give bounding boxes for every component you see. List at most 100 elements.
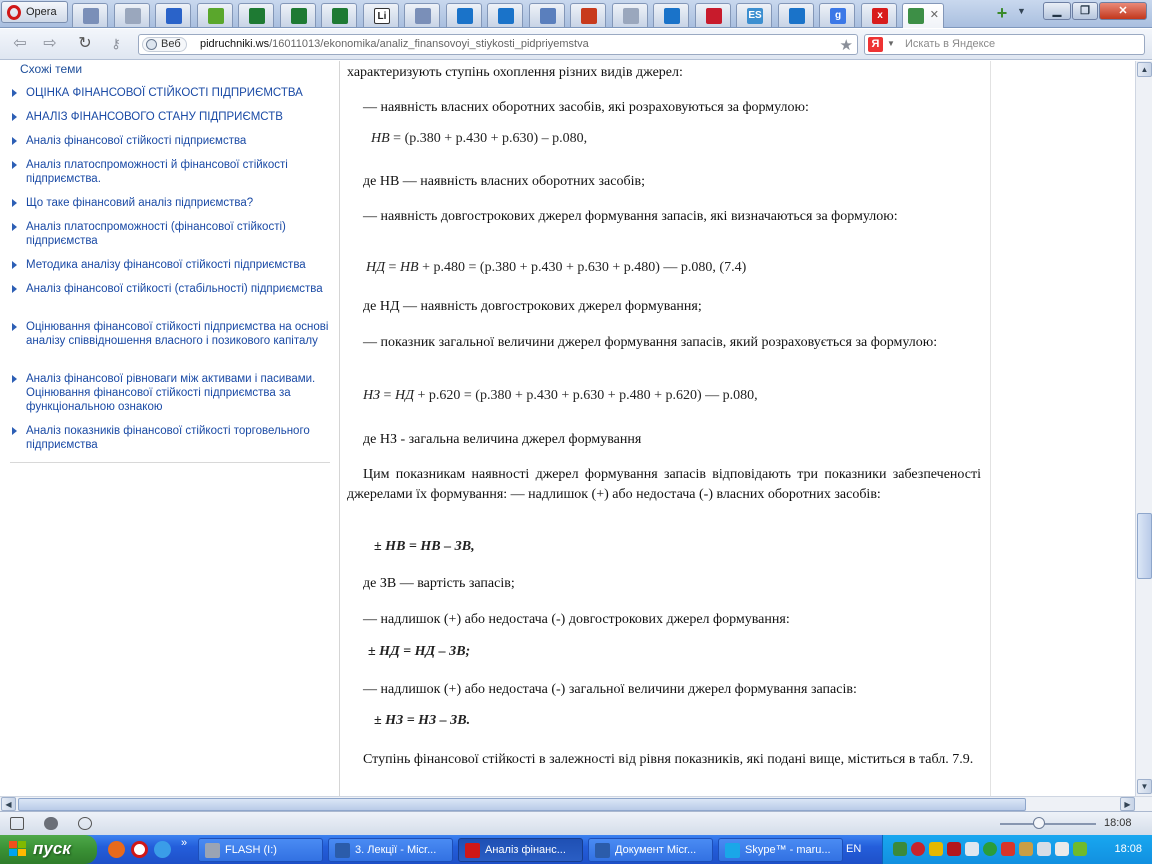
formula-delta-nd: ± НД = НД – ЗВ; bbox=[368, 644, 471, 659]
quicklaunch-more-icon[interactable]: » bbox=[181, 837, 187, 849]
tray-check-icon[interactable] bbox=[983, 842, 997, 856]
paragraph: — надлишок (+) або недостача (-) загальн… bbox=[363, 682, 857, 697]
opera-icon[interactable] bbox=[131, 841, 148, 858]
url-web-badge[interactable]: Веб bbox=[142, 37, 187, 52]
maximize-button[interactable]: ❐ bbox=[1072, 2, 1098, 20]
tray-nvidia-icon[interactable] bbox=[1073, 842, 1087, 856]
excel-icon bbox=[291, 8, 307, 24]
related-topic-link[interactable]: Аналіз показників фінансової стійкості т… bbox=[12, 424, 332, 452]
key-icon[interactable]: ⚷ bbox=[106, 35, 126, 53]
scroll-right-icon[interactable]: ▶ bbox=[1120, 797, 1135, 811]
formula-eq: = bbox=[385, 260, 400, 275]
taskbar-button-label: 3. Лекції - Micr... bbox=[355, 844, 437, 856]
browser-tab[interactable] bbox=[280, 3, 316, 27]
browser-tab[interactable] bbox=[155, 3, 191, 27]
taskbar-button[interactable]: Документ Micr... bbox=[588, 838, 713, 862]
minimize-button[interactable]: ▁ bbox=[1043, 2, 1071, 20]
scroll-left-icon[interactable]: ◀ bbox=[1, 797, 16, 811]
tray-network-icon[interactable] bbox=[965, 842, 979, 856]
zoom-slider-knob[interactable] bbox=[1033, 817, 1045, 829]
browser-tab[interactable] bbox=[695, 3, 731, 27]
search-field[interactable]: Я ▼ Искать в Яндексе bbox=[864, 34, 1145, 55]
taskbar-button[interactable]: Аналіз фінанс... bbox=[458, 838, 583, 862]
internet-explorer-icon[interactable] bbox=[154, 841, 171, 858]
tray-usb-icon[interactable] bbox=[1019, 842, 1033, 856]
browser-tab[interactable] bbox=[612, 3, 648, 27]
search-engine-chevron-icon[interactable]: ▼ bbox=[887, 39, 895, 48]
close-tab-icon[interactable]: ✕ bbox=[930, 8, 939, 21]
bullet-arrow-icon bbox=[12, 261, 17, 269]
system-tray: 18:08 bbox=[882, 835, 1152, 864]
tray-network-status-icon[interactable] bbox=[1055, 842, 1069, 856]
bullet-arrow-icon bbox=[12, 113, 17, 121]
opera-menu-button[interactable]: Opera bbox=[1, 1, 68, 23]
related-topic-link[interactable]: ОЦІНКА ФІНАНСОВОЇ СТІЙКОСТІ ПІДПРИЄМСТВА bbox=[12, 86, 332, 100]
sidebar-title: Схожі теми bbox=[20, 62, 83, 76]
taskbar-button[interactable]: Skype™ - maru... bbox=[718, 838, 843, 862]
start-button[interactable]: пуск bbox=[0, 835, 97, 864]
tab-menu-chevron-icon[interactable]: ▼ bbox=[1017, 6, 1026, 16]
browser-tab[interactable] bbox=[653, 3, 689, 27]
browser-tab[interactable]: g bbox=[819, 3, 855, 27]
browser-tab[interactable] bbox=[778, 3, 814, 27]
back-arrow-icon[interactable]: ⇦ bbox=[10, 35, 30, 53]
browser-tab[interactable] bbox=[72, 3, 108, 27]
browser-tab[interactable] bbox=[529, 3, 565, 27]
tray-adobe-icon[interactable] bbox=[1001, 842, 1015, 856]
related-topic-link[interactable]: АНАЛІЗ ФІНАНСОВОГО СТАНУ ПІДПРИЄМСТВ bbox=[12, 110, 332, 124]
yandex-logo-icon[interactable]: Я bbox=[868, 37, 883, 52]
new-tab-button[interactable]: + bbox=[992, 4, 1012, 24]
paragraph: — наявність довгострокових джерел формув… bbox=[363, 209, 898, 224]
forward-arrow-icon[interactable]: ⇨ bbox=[40, 35, 60, 53]
tray-security-icon[interactable] bbox=[929, 842, 943, 856]
speed-dial-icon[interactable] bbox=[78, 817, 92, 830]
scroll-up-icon[interactable]: ▲ bbox=[1137, 62, 1152, 77]
firefox-icon[interactable] bbox=[108, 841, 125, 858]
tray-shield-icon[interactable] bbox=[911, 842, 925, 856]
vertical-scroll-thumb[interactable] bbox=[1137, 513, 1152, 579]
related-topic-link[interactable]: Методика аналізу фінансової стійкості пі… bbox=[12, 258, 332, 272]
related-topic-link[interactable]: Що таке фінансовий аналіз підприємства? bbox=[12, 196, 332, 210]
related-topic-link[interactable]: Аналіз платоспроможності (фінансової сті… bbox=[12, 220, 332, 248]
horizontal-scroll-thumb[interactable] bbox=[18, 798, 1026, 811]
related-topic-link[interactable]: Аналіз фінансової стійкості підприємства bbox=[12, 134, 332, 148]
related-topic-link[interactable]: Аналіз фінансової рівноваги між активами… bbox=[12, 372, 332, 414]
close-window-button[interactable]: ✕ bbox=[1099, 2, 1147, 20]
upload-icon bbox=[498, 8, 514, 24]
taskbar-button[interactable]: FLASH (I:) bbox=[198, 838, 323, 862]
tray-pdf-icon[interactable] bbox=[947, 842, 961, 856]
related-topic-link[interactable]: Оцінювання фінансової стійкості підприєм… bbox=[12, 320, 332, 348]
vertical-scrollbar[interactable]: ▲ ▼ bbox=[1135, 61, 1152, 796]
browser-tab[interactable] bbox=[197, 3, 233, 27]
browser-tab[interactable]: Li bbox=[363, 3, 399, 27]
reload-icon[interactable]: ↻ bbox=[75, 35, 95, 53]
article-body: характеризують ступінь охоплення різних … bbox=[341, 61, 989, 796]
browser-tab[interactable]: x bbox=[861, 3, 897, 27]
browser-tab[interactable] bbox=[114, 3, 150, 27]
bullet-arrow-icon bbox=[12, 323, 17, 331]
formula-delta-nv: ± НВ = НВ – ЗВ, bbox=[374, 539, 475, 554]
browser-tab[interactable]: ES bbox=[736, 3, 772, 27]
cloud-icon[interactable] bbox=[44, 817, 58, 830]
browser-tab[interactable]: ✕ bbox=[902, 3, 944, 28]
bookmark-star-icon[interactable]: ★ bbox=[840, 36, 853, 54]
browser-tab[interactable] bbox=[238, 3, 274, 27]
opera-icon bbox=[465, 843, 480, 858]
browser-tab[interactable] bbox=[404, 3, 440, 27]
zoom-slider[interactable] bbox=[1000, 823, 1096, 825]
tray-volume-icon[interactable] bbox=[1037, 842, 1051, 856]
related-topic-link[interactable]: Аналіз фінансової стійкості (стабільност… bbox=[12, 282, 332, 296]
tray-antivirus-icon[interactable] bbox=[893, 842, 907, 856]
books-icon bbox=[908, 8, 924, 24]
language-indicator[interactable]: EN bbox=[846, 843, 861, 855]
url-field[interactable]: Веб pidruchniki.ws/16011013/ekonomika/an… bbox=[138, 34, 858, 55]
panel-toggle-icon[interactable] bbox=[10, 817, 24, 830]
horizontal-scrollbar[interactable]: ◀ ▶ bbox=[0, 796, 1152, 811]
browser-tab[interactable] bbox=[487, 3, 523, 27]
browser-tab[interactable] bbox=[321, 3, 357, 27]
scroll-down-icon[interactable]: ▼ bbox=[1137, 779, 1152, 794]
browser-tab[interactable] bbox=[570, 3, 606, 27]
related-topic-link[interactable]: Аналіз платоспроможності й фінансової ст… bbox=[12, 158, 332, 186]
browser-tab[interactable] bbox=[446, 3, 482, 27]
taskbar-button[interactable]: 3. Лекції - Micr... bbox=[328, 838, 453, 862]
